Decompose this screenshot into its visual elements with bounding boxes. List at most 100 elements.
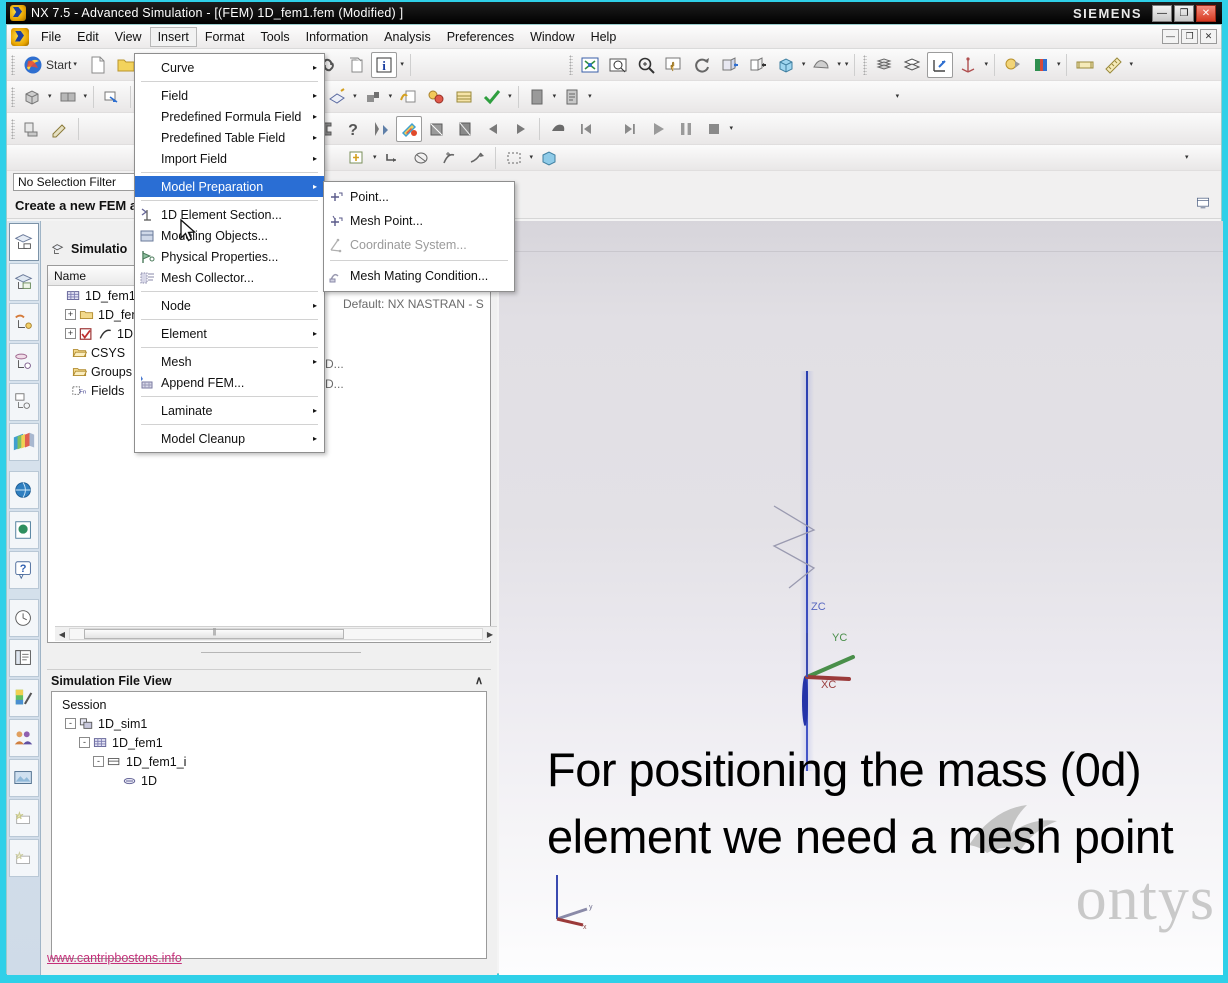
menu-insert[interactable]: Insert xyxy=(149,26,197,47)
menuitem-mesh[interactable]: Mesh ▸ xyxy=(135,351,324,372)
split-button[interactable] xyxy=(368,116,394,142)
menu-information[interactable]: Information xyxy=(298,27,377,47)
mdi-close-button[interactable]: ✕ xyxy=(1200,29,1217,44)
tree-expander[interactable]: - xyxy=(93,756,104,767)
new-file-button[interactable] xyxy=(85,52,111,78)
rail-roles[interactable] xyxy=(8,639,39,677)
menu-file[interactable]: File xyxy=(33,27,69,47)
toolbar-grip[interactable] xyxy=(11,54,15,75)
tree-expander[interactable]: + xyxy=(65,328,76,339)
maximize-button[interactable]: ❐ xyxy=(1174,4,1194,22)
animation-button[interactable] xyxy=(545,116,571,142)
tree-expander[interactable]: - xyxy=(79,737,90,748)
measure-caret-icon[interactable]: ▾ xyxy=(1129,52,1133,78)
menuitem-curve[interactable]: Curve ▸ xyxy=(135,57,324,78)
snap-quadrant-button[interactable] xyxy=(436,145,462,171)
wcs-orient-button[interactable] xyxy=(955,52,981,78)
side-view-button[interactable] xyxy=(745,52,771,78)
rail-reuse-library[interactable] xyxy=(8,343,39,381)
selection-rectangle-button[interactable] xyxy=(501,145,527,171)
tree-horizontal-scrollbar[interactable]: ◀ ▶ xyxy=(55,626,497,641)
wcs-display-button[interactable] xyxy=(927,51,954,78)
rail-image-capture[interactable] xyxy=(8,759,39,797)
panel-splitter[interactable] xyxy=(201,649,361,655)
zoom-window-button[interactable] xyxy=(605,52,631,78)
snap-point-button[interactable] xyxy=(344,145,370,171)
scroll-track[interactable] xyxy=(69,628,483,640)
section-model-button[interactable] xyxy=(452,116,478,142)
surface-mesh-button[interactable] xyxy=(324,84,350,110)
sfv-row-part[interactable]: 1D xyxy=(52,771,486,790)
report-button[interactable] xyxy=(524,84,550,110)
start-button[interactable]: Start ▾ xyxy=(19,52,83,78)
previous-result-button[interactable] xyxy=(480,116,506,142)
mdi-restore-button[interactable]: ❐ xyxy=(1181,29,1198,44)
model-preparation-submenu[interactable]: Point... Mesh Point... Coordinate System… xyxy=(323,181,515,292)
solid-mesh-caret-icon[interactable]: ▾ xyxy=(389,84,393,110)
layer-visible-button[interactable] xyxy=(899,52,925,78)
within-work-part-button[interactable] xyxy=(536,145,562,171)
menu-tools[interactable]: Tools xyxy=(252,27,297,47)
menuitem-laminate[interactable]: Laminate ▸ xyxy=(135,400,324,421)
menuitem-field[interactable]: Field ▸ xyxy=(135,85,324,106)
new-simulation-button[interactable] xyxy=(19,116,45,142)
mdi-minimize-button[interactable]: — xyxy=(1162,29,1179,44)
menuitem-model-cleanup[interactable]: Model Cleanup ▸ xyxy=(135,428,324,449)
note-button[interactable] xyxy=(343,52,369,78)
zoom-button[interactable] xyxy=(633,52,659,78)
wcs-caret-icon[interactable]: ▾ xyxy=(984,52,988,78)
post-processing-button[interactable] xyxy=(395,115,422,142)
rail-history[interactable] xyxy=(8,383,39,421)
animation-last-button[interactable] xyxy=(617,116,643,142)
new-fem-button[interactable] xyxy=(19,84,45,110)
menuitem-physical-properties[interactable]: Physical Properties... xyxy=(135,246,324,267)
scroll-left-arrow-icon[interactable]: ◀ xyxy=(55,630,69,639)
menuitem-model-preparation[interactable]: Model Preparation ▸ xyxy=(135,176,324,197)
selection-rectangle-caret-icon[interactable]: ▾ xyxy=(530,145,534,171)
tree-expander[interactable]: + xyxy=(65,309,76,320)
solid-mesh-button[interactable] xyxy=(360,84,386,110)
section-button[interactable] xyxy=(1028,52,1054,78)
sfv-row-session[interactable]: Session xyxy=(52,695,486,714)
solid-property-caret-icon[interactable]: ▾ xyxy=(84,84,88,110)
toolbar-grip[interactable] xyxy=(11,118,15,139)
idealize-part-button[interactable] xyxy=(99,84,125,110)
chevron-up-icon[interactable]: ∧ xyxy=(475,674,491,687)
menuitem-import-field[interactable]: Import Field ▸ xyxy=(135,148,324,169)
utility-overflow-caret-icon[interactable]: ▾ xyxy=(1185,145,1189,171)
information-caret-icon[interactable]: ▾ xyxy=(400,52,404,78)
help-query-button[interactable]: ? xyxy=(340,116,366,142)
new-fem-caret-icon[interactable]: ▾ xyxy=(48,84,52,110)
section-caret-icon[interactable]: ▾ xyxy=(1057,52,1061,78)
rotate-button[interactable] xyxy=(689,52,715,78)
sfv-row-idealized[interactable]: - 1D_fem1_i xyxy=(52,752,486,771)
view-toolbar-grip[interactable] xyxy=(568,54,573,75)
submenuitem-point[interactable]: Point... xyxy=(324,185,514,209)
insert-dropdown-menu[interactable]: Curve ▸ Field ▸ Predefined Formula Field… xyxy=(134,53,325,453)
rail-history-palette[interactable] xyxy=(8,511,39,549)
animation-caret-icon[interactable]: ▾ xyxy=(730,116,734,142)
animation-first-button[interactable] xyxy=(573,116,599,142)
menu-help[interactable]: Help xyxy=(583,27,625,47)
sim-file-view-tree[interactable]: Session - 1D_sim1 - 1D_fem1 - 1D_fem1_i … xyxy=(51,691,487,959)
menuitem-append-fem[interactable]: Append FEM... xyxy=(135,372,324,393)
menuitem-mesh-collector[interactable]: Mesh Collector... xyxy=(135,267,324,288)
pan-button[interactable] xyxy=(661,52,687,78)
watermark-url[interactable]: www.cantripbostons.info xyxy=(47,951,182,965)
sfv-row-fem[interactable]: - 1D_fem1 xyxy=(52,733,486,752)
render-style-button[interactable] xyxy=(808,52,834,78)
menu-format[interactable]: Format xyxy=(197,27,253,47)
next-result-button[interactable] xyxy=(508,116,534,142)
rail-history-clock[interactable] xyxy=(8,599,39,637)
animation-pause-button[interactable] xyxy=(673,116,699,142)
submenuitem-mesh-mating-condition[interactable]: Mesh Mating Condition... xyxy=(324,264,514,288)
menuitem-element[interactable]: Element ▸ xyxy=(135,323,324,344)
report-caret-icon[interactable]: ▾ xyxy=(553,84,557,110)
submenuitem-mesh-point[interactable]: Mesh Point... xyxy=(324,209,514,233)
utility-toolbar-grip[interactable] xyxy=(863,54,868,75)
checkbox-checked-icon[interactable] xyxy=(79,327,94,341)
view-overflow-caret-icon[interactable]: ▾ xyxy=(845,52,849,78)
rail-system-visualization[interactable] xyxy=(8,679,39,717)
menuitem-predefined-table-field[interactable]: Predefined Table Field ▸ xyxy=(135,127,324,148)
physical-properties-button[interactable] xyxy=(423,84,449,110)
